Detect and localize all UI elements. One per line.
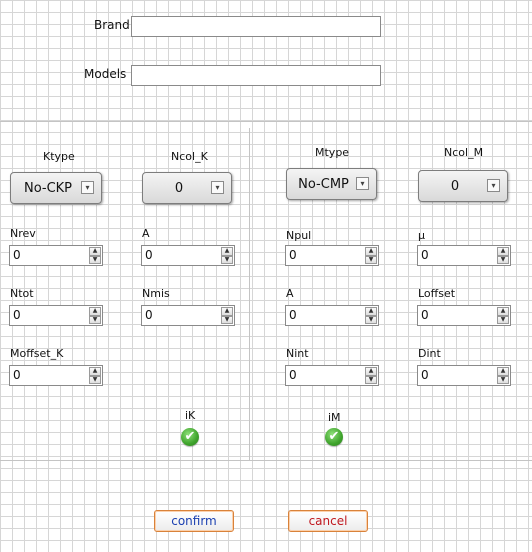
dint-label: Dint (418, 347, 441, 360)
ik-checkmark-icon: ✔ (181, 428, 199, 446)
ncol-m-selector[interactable]: 0 ▾ (418, 170, 508, 202)
spin-down-icon[interactable]: ▼ (221, 315, 233, 324)
spin-up-icon[interactable]: ▲ (365, 367, 377, 376)
a-m-input[interactable]: 0 ▲ ▼ (285, 305, 379, 326)
mtype-value: No-CMP (298, 176, 349, 192)
moffset-k-input[interactable]: 0 ▲ ▼ (9, 365, 103, 386)
nint-label: Nint (286, 347, 309, 360)
loffset-stepper[interactable]: ▲ ▼ (497, 307, 509, 324)
nmis-label: Nmis (142, 287, 170, 300)
ncol-m-label: Ncol_M (444, 146, 484, 159)
spin-up-icon[interactable]: ▲ (89, 307, 101, 316)
spin-down-icon[interactable]: ▼ (497, 315, 509, 324)
npul-input[interactable]: 0 ▲ ▼ (285, 245, 379, 266)
ncol-k-selector[interactable]: 0 ▾ (142, 172, 232, 204)
a-k-input[interactable]: 0 ▲ ▼ (141, 245, 235, 266)
spin-up-icon[interactable]: ▲ (365, 307, 377, 316)
ktype-value: No-CKP (23, 180, 73, 196)
nrev-label: Nrev (10, 227, 36, 240)
spin-up-icon[interactable]: ▲ (497, 247, 509, 256)
brand-input[interactable] (131, 16, 381, 37)
horizontal-divider (0, 121, 532, 122)
dint-input[interactable]: 0 ▲ ▼ (417, 365, 511, 386)
a-k-label: A (142, 227, 150, 240)
spin-up-icon[interactable]: ▲ (221, 247, 233, 256)
spin-up-icon[interactable]: ▲ (497, 367, 509, 376)
mu-stepper[interactable]: ▲ ▼ (497, 247, 509, 264)
a-m-label: A (286, 287, 294, 300)
mtype-label: Mtype (315, 146, 350, 159)
mu-label: μ (418, 229, 425, 242)
ncol-k-label: Ncol_K (171, 150, 208, 163)
confirm-button[interactable]: confirm (154, 510, 234, 532)
chevron-down-icon[interactable]: ▾ (356, 177, 369, 190)
loffset-label: Loffset (418, 287, 456, 300)
a-k-value: 0 (145, 248, 153, 262)
nint-input[interactable]: 0 ▲ ▼ (285, 365, 379, 386)
spin-down-icon[interactable]: ▼ (497, 255, 509, 264)
dint-stepper[interactable]: ▲ ▼ (497, 367, 509, 384)
loffset-input[interactable]: 0 ▲ ▼ (417, 305, 511, 326)
npul-value: 0 (289, 248, 297, 262)
moffset-k-stepper[interactable]: ▲ ▼ (89, 367, 101, 384)
moffset-k-label: Moffset_K (10, 347, 64, 360)
nrev-stepper[interactable]: ▲ ▼ (89, 247, 101, 264)
npul-label: Npul (286, 229, 312, 242)
mtype-selector[interactable]: No-CMP ▾ (286, 168, 377, 200)
bottom-divider (0, 460, 532, 461)
a-m-stepper[interactable]: ▲ ▼ (365, 307, 377, 324)
spin-up-icon[interactable]: ▲ (221, 307, 233, 316)
a-m-value: 0 (289, 308, 297, 322)
brand-label: Brand (94, 18, 130, 32)
im-label: iM (328, 411, 341, 424)
spin-up-icon[interactable]: ▲ (497, 307, 509, 316)
ktype-label: Ktype (43, 150, 75, 163)
spin-up-icon[interactable]: ▲ (89, 367, 101, 376)
spin-down-icon[interactable]: ▼ (497, 375, 509, 384)
spin-down-icon[interactable]: ▼ (89, 315, 101, 324)
spin-up-icon[interactable]: ▲ (89, 247, 101, 256)
a-k-stepper[interactable]: ▲ ▼ (221, 247, 233, 264)
nmis-stepper[interactable]: ▲ ▼ (221, 307, 233, 324)
spin-down-icon[interactable]: ▼ (89, 255, 101, 264)
ktype-selector[interactable]: No-CKP ▾ (10, 172, 102, 204)
nrev-value: 0 (13, 248, 21, 262)
dint-value: 0 (421, 368, 429, 382)
ncol-k-value: 0 (174, 180, 184, 196)
nmis-input[interactable]: 0 ▲ ▼ (141, 305, 235, 326)
mu-value: 0 (421, 248, 429, 262)
ntot-input[interactable]: 0 ▲ ▼ (9, 305, 103, 326)
nint-value: 0 (289, 368, 297, 382)
ntot-label: Ntot (10, 287, 34, 300)
chevron-down-icon[interactable]: ▾ (211, 181, 224, 194)
ncol-m-value: 0 (450, 178, 460, 194)
vertical-divider (249, 128, 250, 460)
spin-down-icon[interactable]: ▼ (221, 255, 233, 264)
nint-stepper[interactable]: ▲ ▼ (365, 367, 377, 384)
chevron-down-icon[interactable]: ▾ (81, 181, 94, 194)
ntot-value: 0 (13, 308, 21, 322)
mu-input[interactable]: 0 ▲ ▼ (417, 245, 511, 266)
ik-label: iK (185, 409, 196, 422)
cancel-button[interactable]: cancel (288, 510, 368, 532)
spin-up-icon[interactable]: ▲ (365, 247, 377, 256)
ntot-stepper[interactable]: ▲ ▼ (89, 307, 101, 324)
npul-stepper[interactable]: ▲ ▼ (365, 247, 377, 264)
spin-down-icon[interactable]: ▼ (365, 255, 377, 264)
nmis-value: 0 (145, 308, 153, 322)
chevron-down-icon[interactable]: ▾ (487, 179, 500, 192)
moffset-k-value: 0 (13, 368, 21, 382)
models-label: Models (84, 67, 127, 81)
nrev-input[interactable]: 0 ▲ ▼ (9, 245, 103, 266)
loffset-value: 0 (421, 308, 429, 322)
spin-down-icon[interactable]: ▼ (365, 315, 377, 324)
im-checkmark-icon: ✔ (325, 428, 343, 446)
models-input[interactable] (131, 65, 381, 86)
spin-down-icon[interactable]: ▼ (89, 375, 101, 384)
spin-down-icon[interactable]: ▼ (365, 375, 377, 384)
